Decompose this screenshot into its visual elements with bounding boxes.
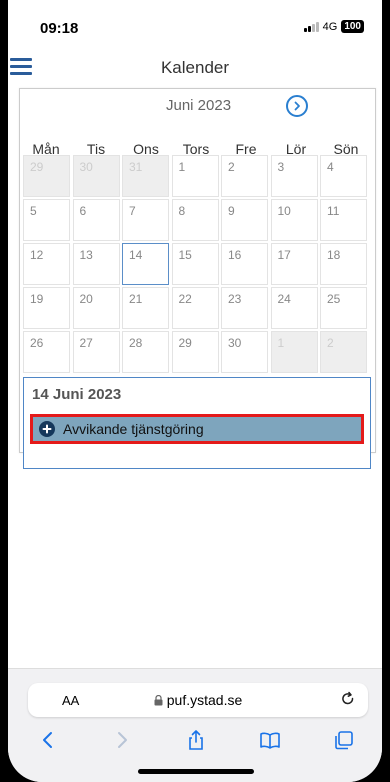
- calendar-day[interactable]: 25: [320, 287, 367, 329]
- calendar-day[interactable]: 9: [221, 199, 268, 241]
- calendar-day[interactable]: 13: [72, 243, 120, 285]
- calendar-day: 1: [270, 331, 318, 373]
- calendar-day-selected[interactable]: 14: [122, 243, 169, 285]
- selected-date-title: 14 Juni 2023: [32, 386, 122, 403]
- calendar-day[interactable]: 12: [23, 243, 70, 285]
- day-detail-panel: 14 Juni 2023 Avvikande tjänstgöring: [23, 377, 371, 469]
- calendar-day: 2: [320, 331, 367, 373]
- calendar-container: Juni 2023 Mån Tis Ons Tors Fre Lör Sön 29 30 31 1…: [19, 88, 376, 469]
- deviating-duty-label: Avvikande tjänstgöring: [63, 421, 204, 437]
- status-bar: 09:18 4G 100: [8, 0, 382, 50]
- calendar-day[interactable]: 30: [221, 331, 268, 373]
- address-bar[interactable]: AA puf.ystad.se: [28, 683, 368, 717]
- calendar-day[interactable]: 11: [320, 199, 367, 241]
- status-time: 09:18: [40, 20, 79, 37]
- plus-circle-icon: [39, 421, 55, 437]
- battery-icon: 100: [341, 20, 364, 33]
- calendar-day[interactable]: 8: [171, 199, 219, 241]
- browser-nav: [8, 727, 382, 757]
- calendar-day: 30: [72, 155, 120, 197]
- next-month-icon[interactable]: [286, 95, 308, 117]
- calendar-day[interactable]: 4: [320, 155, 367, 197]
- calendar-day[interactable]: 29: [171, 331, 219, 373]
- calendar-day[interactable]: 28: [122, 331, 169, 373]
- calendar-day[interactable]: 27: [72, 331, 120, 373]
- tabs-icon[interactable]: [332, 729, 356, 751]
- phone-screen: 09:18 4G 100 Kalender Juni 2023 Mån Tis On…: [8, 0, 382, 782]
- deviating-duty-button[interactable]: Avvikande tjänstgöring: [30, 414, 364, 444]
- lock-icon: [154, 695, 163, 706]
- back-icon[interactable]: [36, 729, 60, 751]
- calendar-day[interactable]: 2: [221, 155, 268, 197]
- month-label: Juni 2023: [166, 97, 232, 114]
- month-header: Juni 2023: [20, 89, 375, 121]
- calendar-day[interactable]: 18: [320, 243, 367, 285]
- calendar-day[interactable]: 10: [270, 199, 318, 241]
- network-type: 4G: [322, 20, 338, 33]
- app-bar: Kalender: [8, 52, 382, 86]
- calendar-day[interactable]: 6: [72, 199, 120, 241]
- signal-icon: [303, 21, 319, 32]
- calendar-day[interactable]: 21: [122, 287, 169, 329]
- calendar-day[interactable]: 24: [270, 287, 318, 329]
- calendar-day[interactable]: 23: [221, 287, 268, 329]
- calendar-day[interactable]: 7: [122, 199, 169, 241]
- calendar-day: 31: [122, 155, 169, 197]
- calendar-day[interactable]: 1: [171, 155, 219, 197]
- calendar-day[interactable]: 3: [270, 155, 318, 197]
- page-title: Kalender: [160, 58, 230, 77]
- calendar-day[interactable]: 16: [221, 243, 268, 285]
- bookmarks-icon[interactable]: [258, 729, 282, 751]
- browser-toolbar: AA puf.ystad.se: [8, 668, 382, 782]
- url-display[interactable]: puf.ystad.se: [28, 692, 368, 708]
- calendar-day[interactable]: 20: [72, 287, 120, 329]
- calendar-day: 29: [23, 155, 70, 197]
- calendar-day[interactable]: 17: [270, 243, 318, 285]
- calendar-day[interactable]: 26: [23, 331, 70, 373]
- reload-icon[interactable]: [340, 691, 356, 707]
- calendar-day[interactable]: 22: [171, 287, 219, 329]
- status-indicators: 4G 100: [303, 20, 364, 33]
- home-indicator: [138, 769, 254, 774]
- calendar-day[interactable]: 5: [23, 199, 70, 241]
- calendar-day[interactable]: 15: [171, 243, 219, 285]
- share-icon[interactable]: [184, 729, 208, 751]
- forward-icon[interactable]: [110, 729, 134, 751]
- calendar-day[interactable]: 19: [23, 287, 70, 329]
- url-text: puf.ystad.se: [166, 692, 243, 708]
